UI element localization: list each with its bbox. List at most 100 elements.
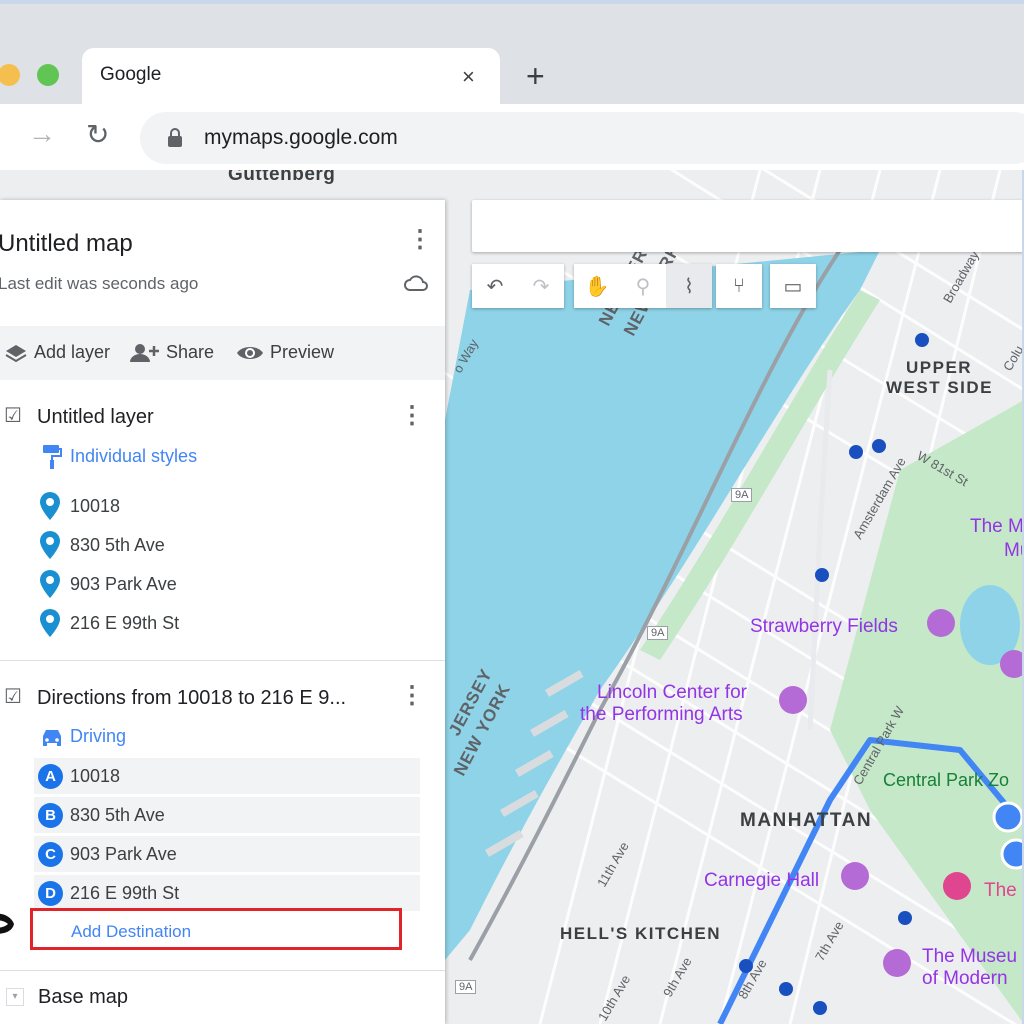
add-layer-label: Add layer xyxy=(34,342,111,362)
route-9a-shield: 9A xyxy=(731,488,753,502)
measure-tool-group: ▭ xyxy=(770,264,816,308)
tab-title: Google xyxy=(100,64,162,85)
add-destination-label: Add Destination xyxy=(71,922,192,941)
poi-lincoln-center[interactable]: Lincoln Center for xyxy=(597,682,747,704)
last-edit-status: Last edit was seconds ago xyxy=(0,274,199,293)
draw-line-icon[interactable]: ⌇ xyxy=(666,264,712,308)
layers-icon xyxy=(5,344,27,362)
map-label-guttenberg: Guttenberg xyxy=(228,170,336,185)
layer-divider xyxy=(0,660,445,661)
base-map-section[interactable]: ▾ Base map xyxy=(0,972,445,1024)
panel-action-bar: Add layer Share Preview xyxy=(0,326,445,380)
layer-title[interactable]: Untitled layer xyxy=(37,406,154,429)
place-item[interactable]: 10018 xyxy=(40,492,120,520)
maximize-window-button[interactable] xyxy=(37,64,59,86)
map-label-upper-west: UPPER xyxy=(906,358,973,377)
directions-options-icon[interactable]: ⋮ xyxy=(400,684,424,708)
route-9a-shield: 9A xyxy=(455,980,477,994)
map-pin-icon xyxy=(40,570,60,598)
stop-label: 830 5th Ave xyxy=(70,804,165,825)
poi-carnegie-hall[interactable]: Carnegie Hall xyxy=(704,870,819,892)
map-label-upper-west-side: WEST SIDE xyxy=(886,378,994,397)
share-button[interactable]: Share xyxy=(130,342,214,363)
undo-icon[interactable]: ↶ xyxy=(472,264,518,308)
undo-redo-group: ↶ ↷ xyxy=(472,264,564,308)
add-person-icon xyxy=(130,343,159,362)
redo-icon[interactable]: ↷ xyxy=(518,264,564,308)
cloud-saved-icon xyxy=(404,275,428,291)
place-item[interactable]: 216 E 99th St xyxy=(40,609,179,637)
place-item[interactable]: 830 5th Ave xyxy=(40,531,165,559)
hand-icon[interactable]: ✋ xyxy=(574,264,620,308)
layer-options-icon[interactable]: ⋮ xyxy=(400,404,424,428)
browser-tab[interactable]: Google × xyxy=(82,48,500,108)
poi-the-met[interactable]: The M xyxy=(970,516,1024,538)
stop-letter-badge: D xyxy=(38,880,63,906)
stop-label: 903 Park Ave xyxy=(70,843,177,864)
share-label: Share xyxy=(166,342,215,362)
route-9a-shield: 9A xyxy=(647,626,669,640)
paint-roller-icon xyxy=(43,445,62,469)
preview-label: Preview xyxy=(270,342,335,362)
route-stop[interactable]: C 903 Park Ave xyxy=(34,836,420,872)
route-stop[interactable]: B 830 5th Ave xyxy=(34,797,420,833)
directions-icon[interactable]: ⑂ xyxy=(716,264,762,308)
stop-letter-badge: B xyxy=(38,802,63,828)
map-label-manhattan: MANHATTAN xyxy=(740,810,873,831)
tab-bar: Google × + xyxy=(0,4,1024,108)
minimize-window-button[interactable] xyxy=(0,64,20,86)
close-tab-icon[interactable]: × xyxy=(462,64,475,90)
map-pin-icon xyxy=(40,609,60,637)
map-pin-icon xyxy=(40,492,60,520)
forward-icon[interactable]: → xyxy=(28,118,56,150)
stop-label: 216 E 99th St xyxy=(70,882,180,903)
place-label: 830 5th Ave xyxy=(70,534,165,555)
directions-tool-group: ⑂ xyxy=(716,264,762,308)
layer-visibility-checkbox[interactable]: ☑ xyxy=(4,406,24,426)
place-item[interactable]: 903 Park Ave xyxy=(40,570,177,598)
route-stop[interactable]: D 216 E 99th St xyxy=(34,875,420,911)
poi-the-t[interactable]: The T xyxy=(984,880,1024,902)
url-text: mymaps.google.com xyxy=(204,126,398,149)
browser-toolbar: → ↻ mymaps.google.com xyxy=(0,104,1024,170)
poi-lincoln-center-line2[interactable]: the Performing Arts xyxy=(580,704,743,726)
map-label-hells-kitchen: HELL'S KITCHEN xyxy=(560,924,722,943)
poi-museum-modern-art[interactable]: The Museu xyxy=(922,946,1017,968)
place-label: 903 Park Ave xyxy=(70,573,177,594)
individual-styles-link[interactable]: Individual styles xyxy=(70,446,197,467)
stop-letter-badge: C xyxy=(38,841,63,867)
lock-icon xyxy=(168,128,182,147)
reload-icon[interactable]: ↻ xyxy=(86,118,109,151)
travel-mode-link[interactable]: Driving xyxy=(70,726,126,747)
ruler-icon[interactable]: ▭ xyxy=(770,264,816,308)
poi-museum-modern-art-line2[interactable]: of Modern xyxy=(922,968,1008,990)
add-layer-button[interactable]: Add layer xyxy=(4,342,110,363)
preview-button[interactable]: Preview xyxy=(236,342,334,363)
stop-letter-badge: A xyxy=(38,763,63,789)
poi-strawberry-fields[interactable]: Strawberry Fields xyxy=(750,616,898,638)
marker-icon[interactable]: ⚲ xyxy=(620,264,666,308)
layer-divider xyxy=(0,970,445,971)
stop-label: 10018 xyxy=(70,765,121,786)
new-tab-button[interactable]: + xyxy=(526,58,545,95)
place-label: 216 E 99th St xyxy=(70,612,180,633)
map-title[interactable]: Untitled map xyxy=(0,230,133,258)
address-bar[interactable]: mymaps.google.com xyxy=(140,112,1024,164)
route-stop[interactable]: A 10018 xyxy=(34,758,420,794)
pointer-cursor-icon xyxy=(0,913,14,934)
eye-icon xyxy=(237,346,263,359)
add-destination-button[interactable]: Add Destination xyxy=(30,908,402,950)
poi-the-met-line2[interactable]: Mu xyxy=(1004,540,1024,562)
poi-central-park-zoo[interactable]: Central Park Zo xyxy=(883,770,1009,791)
map-pin-icon xyxy=(40,531,60,559)
place-label: 10018 xyxy=(70,495,121,516)
map-search-box[interactable] xyxy=(472,200,1024,252)
map-options-icon[interactable]: ⋮ xyxy=(408,228,432,252)
directions-visibility-checkbox[interactable]: ☑ xyxy=(4,687,24,707)
map-legend-panel: Untitled map Last edit was seconds ago ⋮… xyxy=(0,200,445,1024)
draw-tools-group: ✋ ⚲ ⌇ xyxy=(574,264,712,308)
expand-arrow-icon[interactable]: ▾ xyxy=(6,988,24,1006)
base-map-label: Base map xyxy=(38,986,129,1008)
directions-layer-title[interactable]: Directions from 10018 to 216 E 9... xyxy=(37,687,346,710)
car-icon xyxy=(43,730,61,746)
